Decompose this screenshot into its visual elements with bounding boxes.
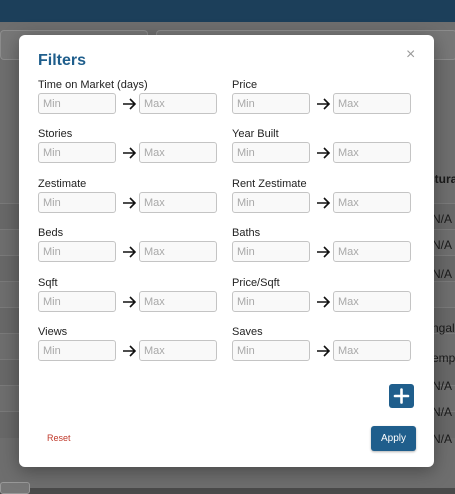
zestimate-max-input[interactable] xyxy=(139,192,217,213)
arrow-right-icon xyxy=(317,197,331,209)
app-header-bar xyxy=(0,0,455,22)
filter-label-stories: Stories xyxy=(38,128,73,140)
price-min-input[interactable] xyxy=(232,93,310,114)
arrow-right-icon xyxy=(123,296,137,308)
background-cell: emp xyxy=(432,351,455,365)
background-cell: N/A xyxy=(432,405,453,419)
filter-label-year-built: Year Built xyxy=(232,128,279,140)
views-max-input[interactable] xyxy=(139,340,217,361)
modal-title: Filters xyxy=(38,52,87,69)
rent-zestimate-max-input[interactable] xyxy=(333,192,411,213)
reset-button[interactable]: Reset xyxy=(47,433,71,443)
time-on-market-min-input[interactable] xyxy=(38,93,116,114)
filter-label-price: Price xyxy=(232,79,258,91)
baths-min-input[interactable] xyxy=(232,241,310,262)
filter-label-time-on-market: Time on Market (days) xyxy=(38,79,148,91)
baths-max-input[interactable] xyxy=(333,241,411,262)
rent-zestimate-min-input[interactable] xyxy=(232,192,310,213)
background-cell: N/A xyxy=(432,212,453,226)
filter-label-rent-zestimate: Rent Zestimate xyxy=(232,178,307,190)
filters-modal: Filters × Time on Market (days) Price St… xyxy=(19,35,434,467)
beds-max-input[interactable] xyxy=(139,241,217,262)
filter-label-price-per-sqft: Price/Sqft xyxy=(232,277,280,289)
time-on-market-max-input[interactable] xyxy=(139,93,217,114)
arrow-right-icon xyxy=(123,246,137,258)
stories-min-input[interactable] xyxy=(38,142,116,163)
sqft-max-input[interactable] xyxy=(139,291,217,312)
price-per-sqft-max-input[interactable] xyxy=(333,291,411,312)
arrow-right-icon xyxy=(123,345,137,357)
filter-label-sqft: Sqft xyxy=(38,277,58,289)
plus-icon xyxy=(393,388,410,404)
saves-max-input[interactable] xyxy=(333,340,411,361)
arrow-right-icon xyxy=(317,246,331,258)
add-filter-button[interactable] xyxy=(389,384,414,408)
sqft-min-input[interactable] xyxy=(38,291,116,312)
background-cell: N/A xyxy=(432,238,453,252)
background-cell: ngal xyxy=(432,321,455,335)
arrow-right-icon xyxy=(123,147,137,159)
arrow-right-icon xyxy=(317,296,331,308)
filter-label-beds: Beds xyxy=(38,227,64,239)
zestimate-min-input[interactable] xyxy=(38,192,116,213)
year-built-min-input[interactable] xyxy=(232,142,310,163)
beds-min-input[interactable] xyxy=(38,241,116,262)
arrow-right-icon xyxy=(317,98,331,110)
close-icon[interactable]: × xyxy=(406,47,415,63)
filter-label-zestimate: Zestimate xyxy=(38,178,87,190)
saves-min-input[interactable] xyxy=(232,340,310,361)
views-min-input[interactable] xyxy=(38,340,116,361)
arrow-right-icon xyxy=(123,197,137,209)
filter-label-saves: Saves xyxy=(232,326,263,338)
arrow-right-icon xyxy=(317,147,331,159)
filter-label-views: Views xyxy=(38,326,68,338)
price-max-input[interactable] xyxy=(333,93,411,114)
price-per-sqft-min-input[interactable] xyxy=(232,291,310,312)
background-cell: N/A xyxy=(432,432,453,446)
year-built-max-input[interactable] xyxy=(333,142,411,163)
arrow-right-icon xyxy=(317,345,331,357)
background-cell: N/A xyxy=(432,379,453,393)
apply-button[interactable]: Apply xyxy=(371,426,416,451)
background-cell: N/A xyxy=(432,267,453,281)
background-bottom-tab xyxy=(0,482,30,494)
filter-label-baths: Baths xyxy=(232,227,261,239)
arrow-right-icon xyxy=(123,98,137,110)
stories-max-input[interactable] xyxy=(139,142,217,163)
